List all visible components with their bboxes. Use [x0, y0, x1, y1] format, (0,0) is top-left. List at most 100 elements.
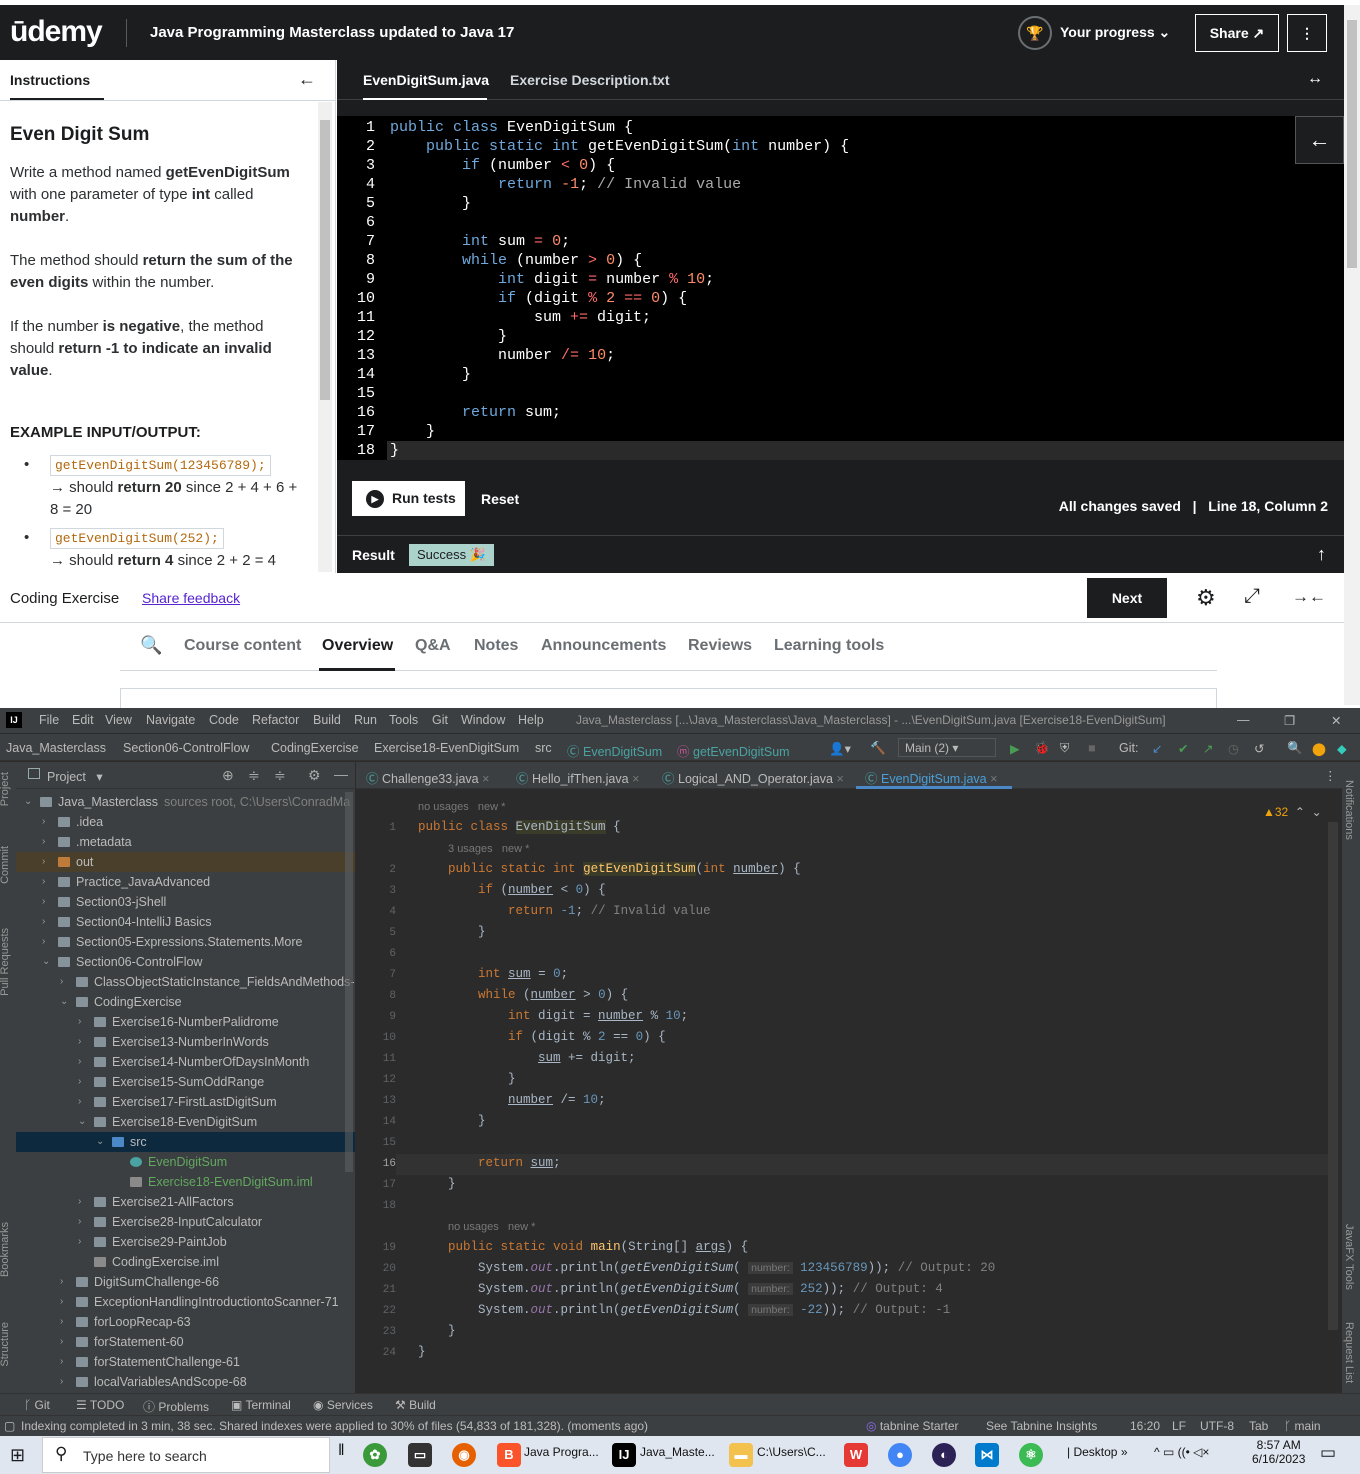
tree-item[interactable]: › DigitSumChallenge-66 [16, 1272, 355, 1292]
chevron-right-icon[interactable]: › [78, 1232, 90, 1252]
breadcrumb-section[interactable]: Section06-ControlFlow [123, 741, 249, 755]
chevron-down-icon[interactable]: ⌄ [42, 952, 54, 972]
caret-position[interactable]: 16:20 [1130, 1419, 1160, 1433]
menu-window[interactable]: Window [461, 713, 505, 727]
tab-course-content[interactable]: Course content [184, 637, 301, 655]
folder-icon[interactable]: ▬ [729, 1443, 753, 1467]
udemy-logo[interactable]: ūdemy [10, 15, 103, 49]
next-button[interactable]: Next [1087, 578, 1167, 618]
tree-item[interactable]: › Exercise15-SumOddRange [16, 1072, 355, 1092]
tree-item[interactable]: › .idea [16, 812, 355, 832]
arrow-up-icon[interactable]: ↑ [1317, 544, 1326, 565]
tree-item[interactable]: › forStatementChallenge-61 [16, 1352, 355, 1372]
chevron-right-icon[interactable]: › [60, 1372, 72, 1392]
tree-item[interactable]: › Section03-jShell [16, 892, 355, 912]
warnings-counter[interactable]: ▲32 ⌃ ⌄ [1263, 805, 1322, 819]
tab-challenge33[interactable]: Ⓒ Challenge33.java × [366, 768, 489, 787]
chevron-right-icon[interactable]: › [60, 972, 72, 992]
tool-todo[interactable]: ☰ TODO [76, 1398, 124, 1412]
chevron-right-icon[interactable]: › [60, 1352, 72, 1372]
debug-icon[interactable]: 🐞 [1034, 741, 1050, 756]
tree-item[interactable]: ⌄ Java_Masterclass sources root, C:\Users\… [16, 792, 355, 812]
taskbar-item-explorer[interactable]: C:\Users\C... [757, 1445, 826, 1459]
tab-reviews[interactable]: Reviews [688, 637, 752, 655]
app-icon[interactable]: W [844, 1443, 868, 1467]
back-arrow-button[interactable]: ← [1295, 116, 1344, 164]
taskbar-item-intellij[interactable]: Java_Maste... [640, 1445, 715, 1459]
tool-services[interactable]: ◉ Services [313, 1398, 373, 1412]
minimize-icon[interactable]: — [1237, 713, 1250, 727]
tree-item[interactable]: › ExceptionHandlingIntroductiontoScanner-… [16, 1292, 355, 1312]
chevron-right-icon[interactable]: › [78, 1032, 90, 1052]
restore-icon[interactable]: ❐ [1284, 713, 1295, 728]
stop-icon[interactable]: ■ [1088, 741, 1096, 755]
tab-qa[interactable]: Q&A [415, 637, 451, 655]
notification-icon[interactable]: ▭ [1320, 1443, 1336, 1463]
chevron-right-icon[interactable]: › [60, 1332, 72, 1352]
project-dropdown[interactable]: Project ▾ [47, 769, 103, 784]
course-title[interactable]: Java Programming Masterclass updated to … [150, 24, 514, 41]
tree-item[interactable]: › Section05-Expressions.Statements.More [16, 932, 355, 952]
chevron-right-icon[interactable]: › [42, 872, 54, 892]
chevron-down-icon[interactable]: ⌄ [78, 1112, 90, 1132]
tool-pull-requests[interactable]: Pull Requests [0, 928, 11, 996]
menu-run[interactable]: Run [354, 713, 377, 727]
chevron-right-icon[interactable]: › [78, 1192, 90, 1212]
tree-item[interactable]: › Exercise14-NumberOfDaysInMonth [16, 1052, 355, 1072]
tool-problems[interactable]: ⓘ Problems [143, 1398, 209, 1415]
chevron-right-icon[interactable]: › [78, 1072, 90, 1092]
breadcrumb-src[interactable]: src [535, 741, 552, 755]
gear-icon[interactable]: ⚙ [1196, 585, 1216, 611]
git-commit-icon[interactable]: ✔ [1178, 741, 1188, 756]
tool-request-list[interactable]: Request List [1343, 1322, 1355, 1383]
tree-item[interactable]: › Practice_JavaAdvanced [16, 872, 355, 892]
progress-dropdown[interactable]: Your progress ⌄ [1060, 24, 1170, 41]
chevron-right-icon[interactable]: › [42, 912, 54, 932]
chevron-right-icon[interactable]: › [42, 932, 54, 952]
intellij-taskbar-icon[interactable]: IJ [612, 1443, 636, 1467]
tab-options-icon[interactable]: ⋮ [1324, 768, 1337, 783]
chevron-right-icon[interactable]: › [60, 1312, 72, 1332]
tree-item[interactable]: › Exercise29-PaintJob [16, 1232, 355, 1252]
close-icon[interactable]: × [482, 772, 489, 786]
fullscreen-icon[interactable]: ⤢ [1244, 585, 1260, 608]
page-scrollbar[interactable] [1344, 5, 1360, 705]
tree-item[interactable]: ⌄ Exercise18-EvenDigitSum [16, 1112, 355, 1132]
rollback-icon[interactable]: ↺ [1254, 741, 1264, 756]
expand-horizontal-icon[interactable]: ↔ [1307, 70, 1323, 88]
tree-item[interactable]: › Exercise13-NumberInWords [16, 1032, 355, 1052]
chevron-down-icon[interactable]: ⌄ [24, 792, 36, 812]
tree-scrollbar[interactable] [345, 792, 353, 1172]
taskbar-item-browser[interactable]: Java Progra... [524, 1445, 599, 1459]
chevron-right-icon[interactable]: › [78, 1052, 90, 1072]
tab-learning-tools[interactable]: Learning tools [774, 637, 884, 655]
close-icon[interactable]: ✕ [1331, 713, 1341, 728]
breadcrumb-exercise18[interactable]: Exercise18-EvenDigitSum [374, 741, 519, 755]
result-bar[interactable]: Result Success 🎉 ↑ [337, 535, 1344, 573]
tree-item[interactable]: CodingExercise.iml [16, 1252, 355, 1272]
tree-item[interactable]: ⌄ Section06-ControlFlow [16, 952, 355, 972]
tree-item[interactable]: › forStatement-60 [16, 1332, 355, 1352]
chevron-right-icon[interactable]: › [60, 1272, 72, 1292]
chevron-down-icon[interactable]: ⌄ [96, 1132, 108, 1152]
tab-logical-and[interactable]: Ⓒ Logical_AND_Operator.java × [662, 768, 844, 787]
tree-item[interactable]: › Section04-IntelliJ Basics [16, 912, 355, 932]
trophy-icon[interactable]: 🏆 [1018, 16, 1052, 50]
app-icon[interactable]: ⚛ [1019, 1443, 1043, 1467]
coverage-icon[interactable]: ⛨ [1060, 741, 1069, 756]
status-message[interactable]: Indexing completed in 3 min, 38 sec. Sha… [21, 1419, 648, 1433]
menu-tools[interactable]: Tools [389, 713, 418, 727]
breadcrumb-project[interactable]: Java_Masterclass [6, 741, 106, 755]
chevron-right-icon[interactable]: › [78, 1092, 90, 1112]
git-update-icon[interactable]: ↙ [1152, 741, 1162, 756]
tab-exercise-description[interactable]: Exercise Description.txt [510, 72, 670, 88]
menu-help[interactable]: Help [518, 713, 544, 727]
tab-evendigitsum-java[interactable]: EvenDigitSum.java [363, 72, 489, 88]
update-icon[interactable]: ⬤ [1312, 741, 1326, 756]
collapse-arrow-icon[interactable]: ← [298, 69, 316, 90]
tool-structure[interactable]: Structure [0, 1322, 11, 1367]
tree-item[interactable]: › localVariablesAndScope-68 [16, 1372, 355, 1392]
firefox-icon[interactable]: ◉ [452, 1443, 476, 1467]
menu-refactor[interactable]: Refactor [252, 713, 299, 727]
tree-item[interactable]: EvenDigitSum [16, 1152, 355, 1172]
